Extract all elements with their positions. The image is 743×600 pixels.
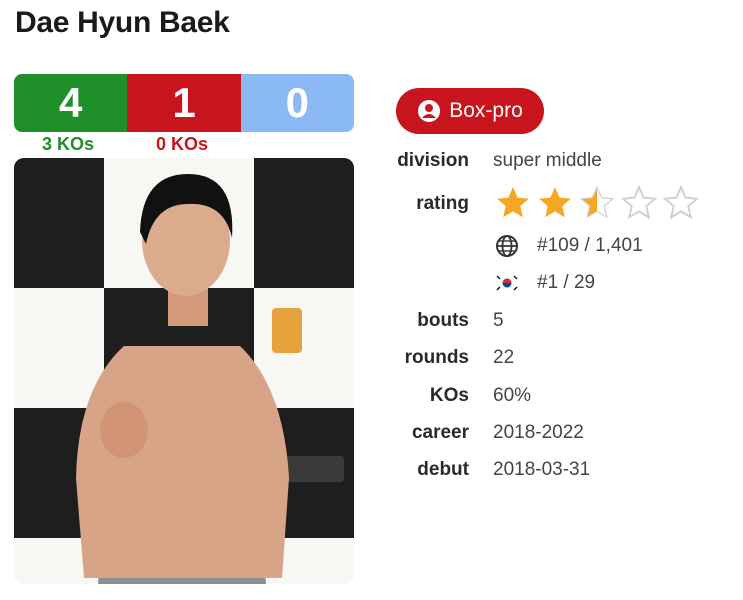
south-korea-flag-icon [495, 274, 519, 292]
bouts-label: bouts [417, 310, 469, 331]
country-rank[interactable]: #1 / 29 [537, 272, 595, 294]
kos-label: KOs [429, 385, 469, 406]
kos-value: 60% [493, 385, 532, 406]
career-label: career [411, 422, 469, 443]
debut-value: 2018-03-31 [493, 459, 591, 480]
star-half-icon [579, 185, 615, 219]
losses-count[interactable]: 1 [127, 74, 241, 132]
debut-label: debut [417, 459, 469, 480]
draws-count[interactable]: 0 [240, 74, 354, 132]
rating-stars [493, 184, 701, 222]
world-rank[interactable]: #109 / 1,401 [537, 235, 643, 257]
loss-kos: 0 KOs [156, 134, 209, 154]
division-label: division [397, 150, 469, 171]
fighter-photo [14, 158, 354, 584]
box-pro-badge[interactable]: Box-pro [396, 88, 544, 134]
fighter-name: Dae Hyun Baek [15, 6, 230, 39]
record-bar: 4 1 0 [14, 74, 354, 132]
division-value: super middle [493, 150, 602, 171]
bouts-value: 5 [493, 310, 504, 331]
career-value: 2018-2022 [493, 422, 584, 443]
user-circle-icon [418, 100, 441, 122]
star-full-icon [539, 187, 571, 218]
rounds-value: 22 [493, 347, 515, 368]
star-empty-icon [620, 184, 658, 220]
globe-icon [496, 235, 518, 257]
rating-label: rating [416, 193, 469, 214]
star-empty-icon [662, 184, 700, 220]
rounds-label: rounds [404, 347, 469, 368]
star-full-icon [497, 187, 529, 218]
badge-label: Box-pro [449, 99, 523, 122]
wins-count[interactable]: 4 [14, 74, 128, 132]
win-kos: 3 KOs [42, 134, 95, 154]
